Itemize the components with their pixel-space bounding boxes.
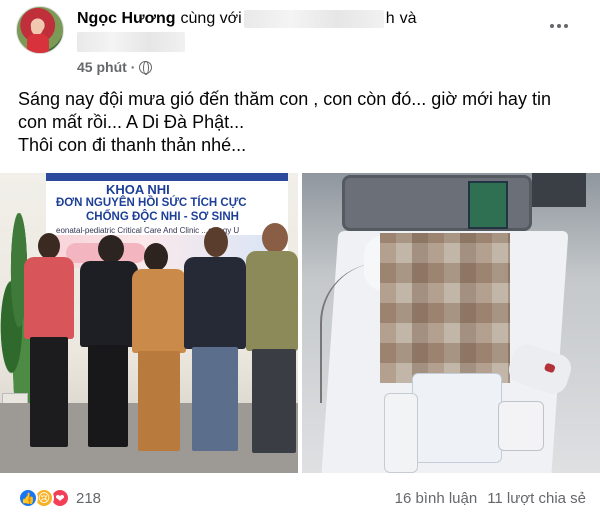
more-dot: [564, 24, 568, 28]
medical-monitor: [468, 181, 508, 229]
person-head: [38, 233, 60, 259]
shares-count[interactable]: 11 lượt chia sẻ: [487, 490, 586, 507]
person-body: [246, 251, 298, 351]
banner-line-2: ĐƠN NGUYÊN HỒI SỨC TÍCH CỰC: [56, 197, 247, 209]
person-head: [98, 235, 124, 263]
post-header-line: Ngọc Hương cùng với h và: [77, 8, 417, 30]
banner-stripe: [46, 173, 288, 181]
more-options-button[interactable]: [545, 16, 573, 36]
tagged-others-blurred[interactable]: [77, 32, 185, 52]
and-label: và: [399, 10, 417, 27]
comments-count[interactable]: 16 bình luận: [395, 490, 478, 507]
person-head: [144, 243, 168, 271]
person-body: [24, 257, 74, 339]
person-head: [262, 223, 288, 253]
tagged-name-blurred[interactable]: [243, 10, 384, 28]
author-avatar[interactable]: [16, 6, 64, 54]
pixelated-area: [380, 233, 510, 383]
author-name[interactable]: Ngọc Hương: [77, 10, 176, 28]
person-legs: [138, 351, 180, 451]
more-dot: [550, 24, 554, 28]
meta-separator: ·: [130, 59, 136, 75]
globe-icon[interactable]: [139, 60, 153, 75]
person-body: [80, 261, 138, 347]
post-text-line: con mất rồi... A Di Đà Phật...: [18, 112, 245, 132]
reaction-summary[interactable]: 👍 😢 ❤ 218: [18, 487, 101, 509]
post-text-line: Thôi con đi thanh thản nhé...: [18, 135, 247, 155]
tagged-name-tail[interactable]: h: [386, 10, 395, 28]
blanket: [412, 373, 502, 463]
photo-group-visit[interactable]: KHOA NHI ĐƠN NGUYÊN HỒI SỨC TÍCH CỰC CHỐ…: [0, 173, 298, 473]
person-legs: [88, 345, 128, 447]
avatar-body: [27, 34, 49, 53]
post-meta: 45 phút ·: [77, 59, 153, 75]
medical-device: [532, 173, 586, 207]
post-time[interactable]: 45 phút: [77, 59, 127, 75]
reaction-count: 218: [76, 489, 102, 507]
post-text: Sáng nay đội mưa gió đến thăm con , con …: [18, 88, 588, 157]
person-legs: [30, 337, 68, 447]
photo-hospital-bed[interactable]: [302, 173, 600, 473]
post-header-line-2: [77, 32, 185, 57]
more-dot: [557, 24, 561, 28]
person-legs: [252, 349, 296, 453]
person-body: [184, 257, 246, 349]
with-label: cùng với: [180, 10, 242, 27]
person-head: [204, 227, 228, 257]
bandaged-leg-left: [384, 393, 418, 473]
bandaged-leg-right: [498, 401, 544, 451]
avatar-face: [31, 21, 43, 35]
banner-title: KHOA NHI: [106, 182, 170, 197]
facebook-post: Ngọc Hương cùng với h và 45 phút · Sáng …: [0, 0, 600, 523]
banner-line-3: CHỐNG ĐỘC NHI - SƠ SINH: [86, 211, 239, 223]
like-icon: 👍: [18, 488, 38, 508]
post-text-line: Sáng nay đội mưa gió đến thăm con , con …: [18, 89, 551, 109]
person-legs: [192, 347, 238, 451]
engagement-stats: 16 bình luận 11 lượt chia sẻ: [395, 487, 586, 509]
person-body: [132, 269, 186, 353]
